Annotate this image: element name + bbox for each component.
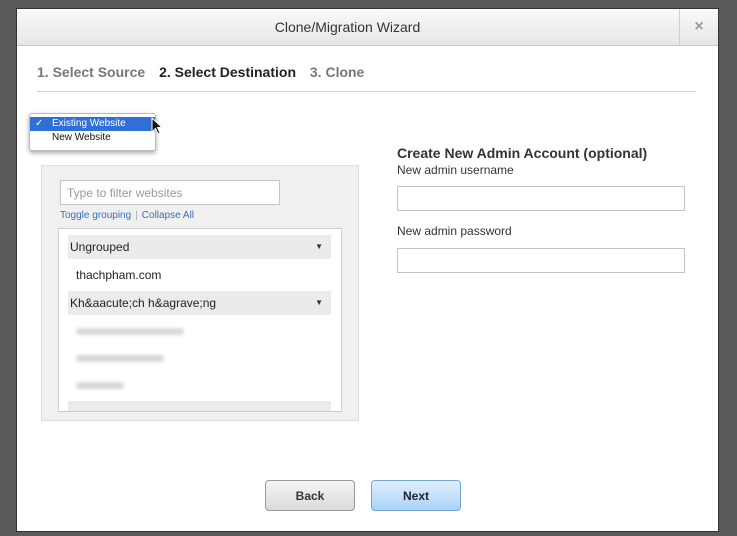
website-filter-input[interactable]	[60, 180, 280, 205]
option-label: New Website	[52, 132, 111, 143]
steps-divider	[37, 91, 696, 92]
group-label: Kh&aacute;ch h&agrave;ng	[70, 296, 217, 310]
group-label: Ungrouped	[70, 240, 130, 254]
close-icon[interactable]: ×	[679, 9, 718, 45]
blurred-website-item[interactable]	[76, 355, 164, 362]
username-label: New admin username	[397, 163, 514, 177]
group-header-customers[interactable]: Kh&aacute;ch h&agrave;ng ▼	[68, 291, 331, 315]
caret-down-icon[interactable]: ▼	[315, 235, 323, 259]
blurred-website-item[interactable]	[76, 382, 124, 389]
next-button[interactable]: Next	[371, 480, 461, 511]
group-header-ungrouped[interactable]: Ungrouped ▼	[68, 235, 331, 259]
back-button[interactable]: Back	[265, 480, 355, 511]
blurred-website-item[interactable]	[76, 328, 184, 335]
password-label: New admin password	[397, 224, 512, 238]
website-picker-panel: Toggle grouping | Collapse All Ungrouped ▼…	[41, 165, 359, 421]
picker-links: Toggle grouping | Collapse All	[60, 210, 194, 221]
step-select-source: 1. Select Source	[37, 64, 146, 80]
website-item[interactable]: thachpham.com	[76, 268, 161, 282]
link-separator: |	[135, 210, 138, 221]
collapse-all-link[interactable]: Collapse All	[142, 210, 194, 221]
destination-type-dropdown[interactable]: ✓ Existing Website New Website	[29, 113, 156, 151]
option-new-website[interactable]: New Website	[30, 131, 155, 145]
admin-username-input[interactable]	[397, 186, 685, 211]
admin-account-title: Create New Admin Account (optional)	[397, 145, 648, 161]
wizard-steps: 1. Select Source 2. Select Destination 3…	[37, 64, 374, 80]
caret-down-icon[interactable]: ▼	[315, 291, 323, 315]
title-bar: Clone/Migration Wizard ×	[17, 9, 718, 46]
step-clone: 3. Clone	[309, 64, 365, 80]
mouse-pointer-icon	[151, 117, 163, 135]
step-select-destination: 2. Select Destination	[159, 64, 296, 80]
checkmark-icon: ✓	[35, 118, 44, 129]
website-list[interactable]: Ungrouped ▼ thachpham.com Kh&aacute;ch h…	[58, 228, 342, 412]
option-existing-website[interactable]: ✓ Existing Website	[30, 117, 155, 131]
option-label: Existing Website	[52, 118, 126, 129]
list-bottom-bar	[68, 401, 331, 411]
clone-wizard-dialog: Clone/Migration Wizard × 1. Select Sourc…	[16, 8, 719, 532]
dialog-title: Clone/Migration Wizard	[274, 19, 421, 35]
admin-password-input[interactable]	[397, 248, 685, 273]
toggle-grouping-link[interactable]: Toggle grouping	[60, 210, 131, 221]
